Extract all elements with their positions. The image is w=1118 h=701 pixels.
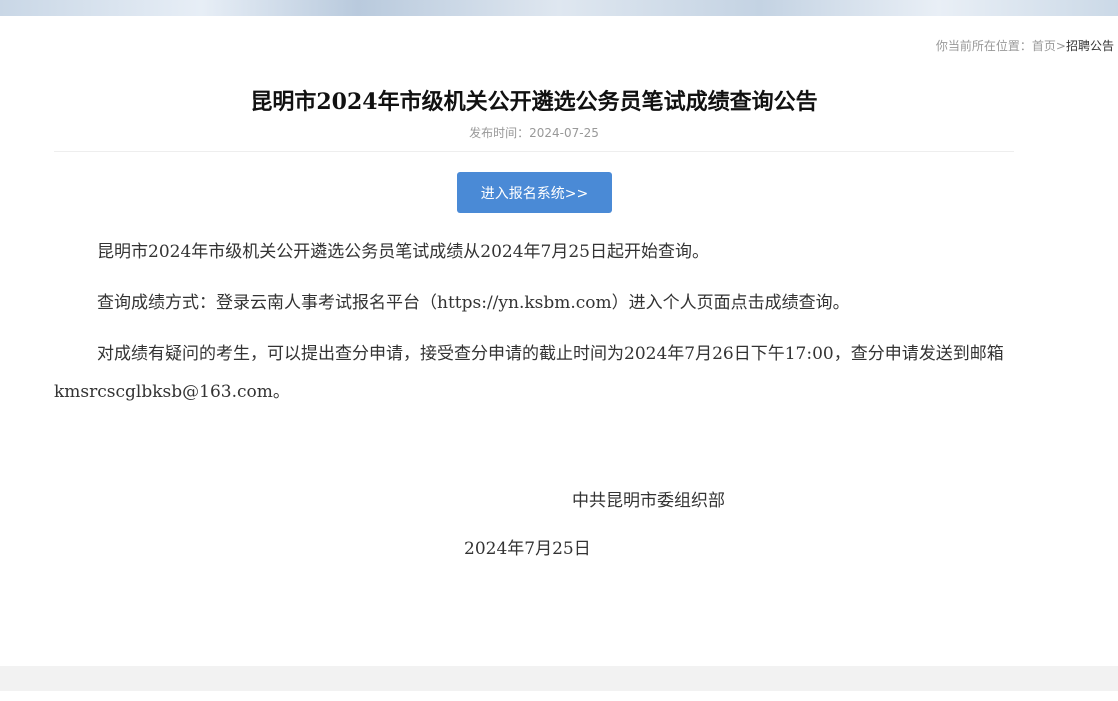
paragraph-query-start: 昆明市2024年市级机关公开遴选公务员笔试成绩从2024年7月25日起开始查询。 bbox=[97, 242, 709, 262]
article-content: 昆明市2024年市级机关公开遴选公务员笔试成绩从2024年7月25日起开始查询。… bbox=[54, 233, 1014, 411]
article-title: 昆明市2024年市级机关公开遴选公务员笔试成绩查询公告 bbox=[250, 89, 818, 115]
signature-organization: 中共昆明市委组织部 bbox=[572, 491, 725, 511]
signature-date: 2024年7月25日 bbox=[464, 539, 591, 559]
top-banner bbox=[0, 0, 1118, 16]
paragraph-review-request: 对成绩有疑问的考生，可以提出查分申请，接受查分申请的截止时间为2024年7月26… bbox=[54, 344, 1004, 402]
breadcrumb-separator: > bbox=[1055, 39, 1066, 53]
title-divider bbox=[54, 151, 1014, 152]
footer-band bbox=[0, 666, 1118, 691]
breadcrumb: 你当前所在位置：首页>招聘公告 bbox=[936, 37, 1114, 54]
enter-registration-system-button[interactable]: 进入报名系统>> bbox=[457, 172, 612, 213]
breadcrumb-current-link[interactable]: 招聘公告 bbox=[1066, 39, 1114, 53]
paragraph-query-method: 查询成绩方式：登录云南人事考试报名平台（https://yn.ksbm.com）… bbox=[97, 293, 850, 313]
publish-time: 发布时间：2024-07-25 bbox=[469, 126, 599, 140]
breadcrumb-home-link[interactable]: 首页 bbox=[1032, 39, 1056, 53]
breadcrumb-prefix: 你当前所在位置： bbox=[935, 39, 1032, 53]
